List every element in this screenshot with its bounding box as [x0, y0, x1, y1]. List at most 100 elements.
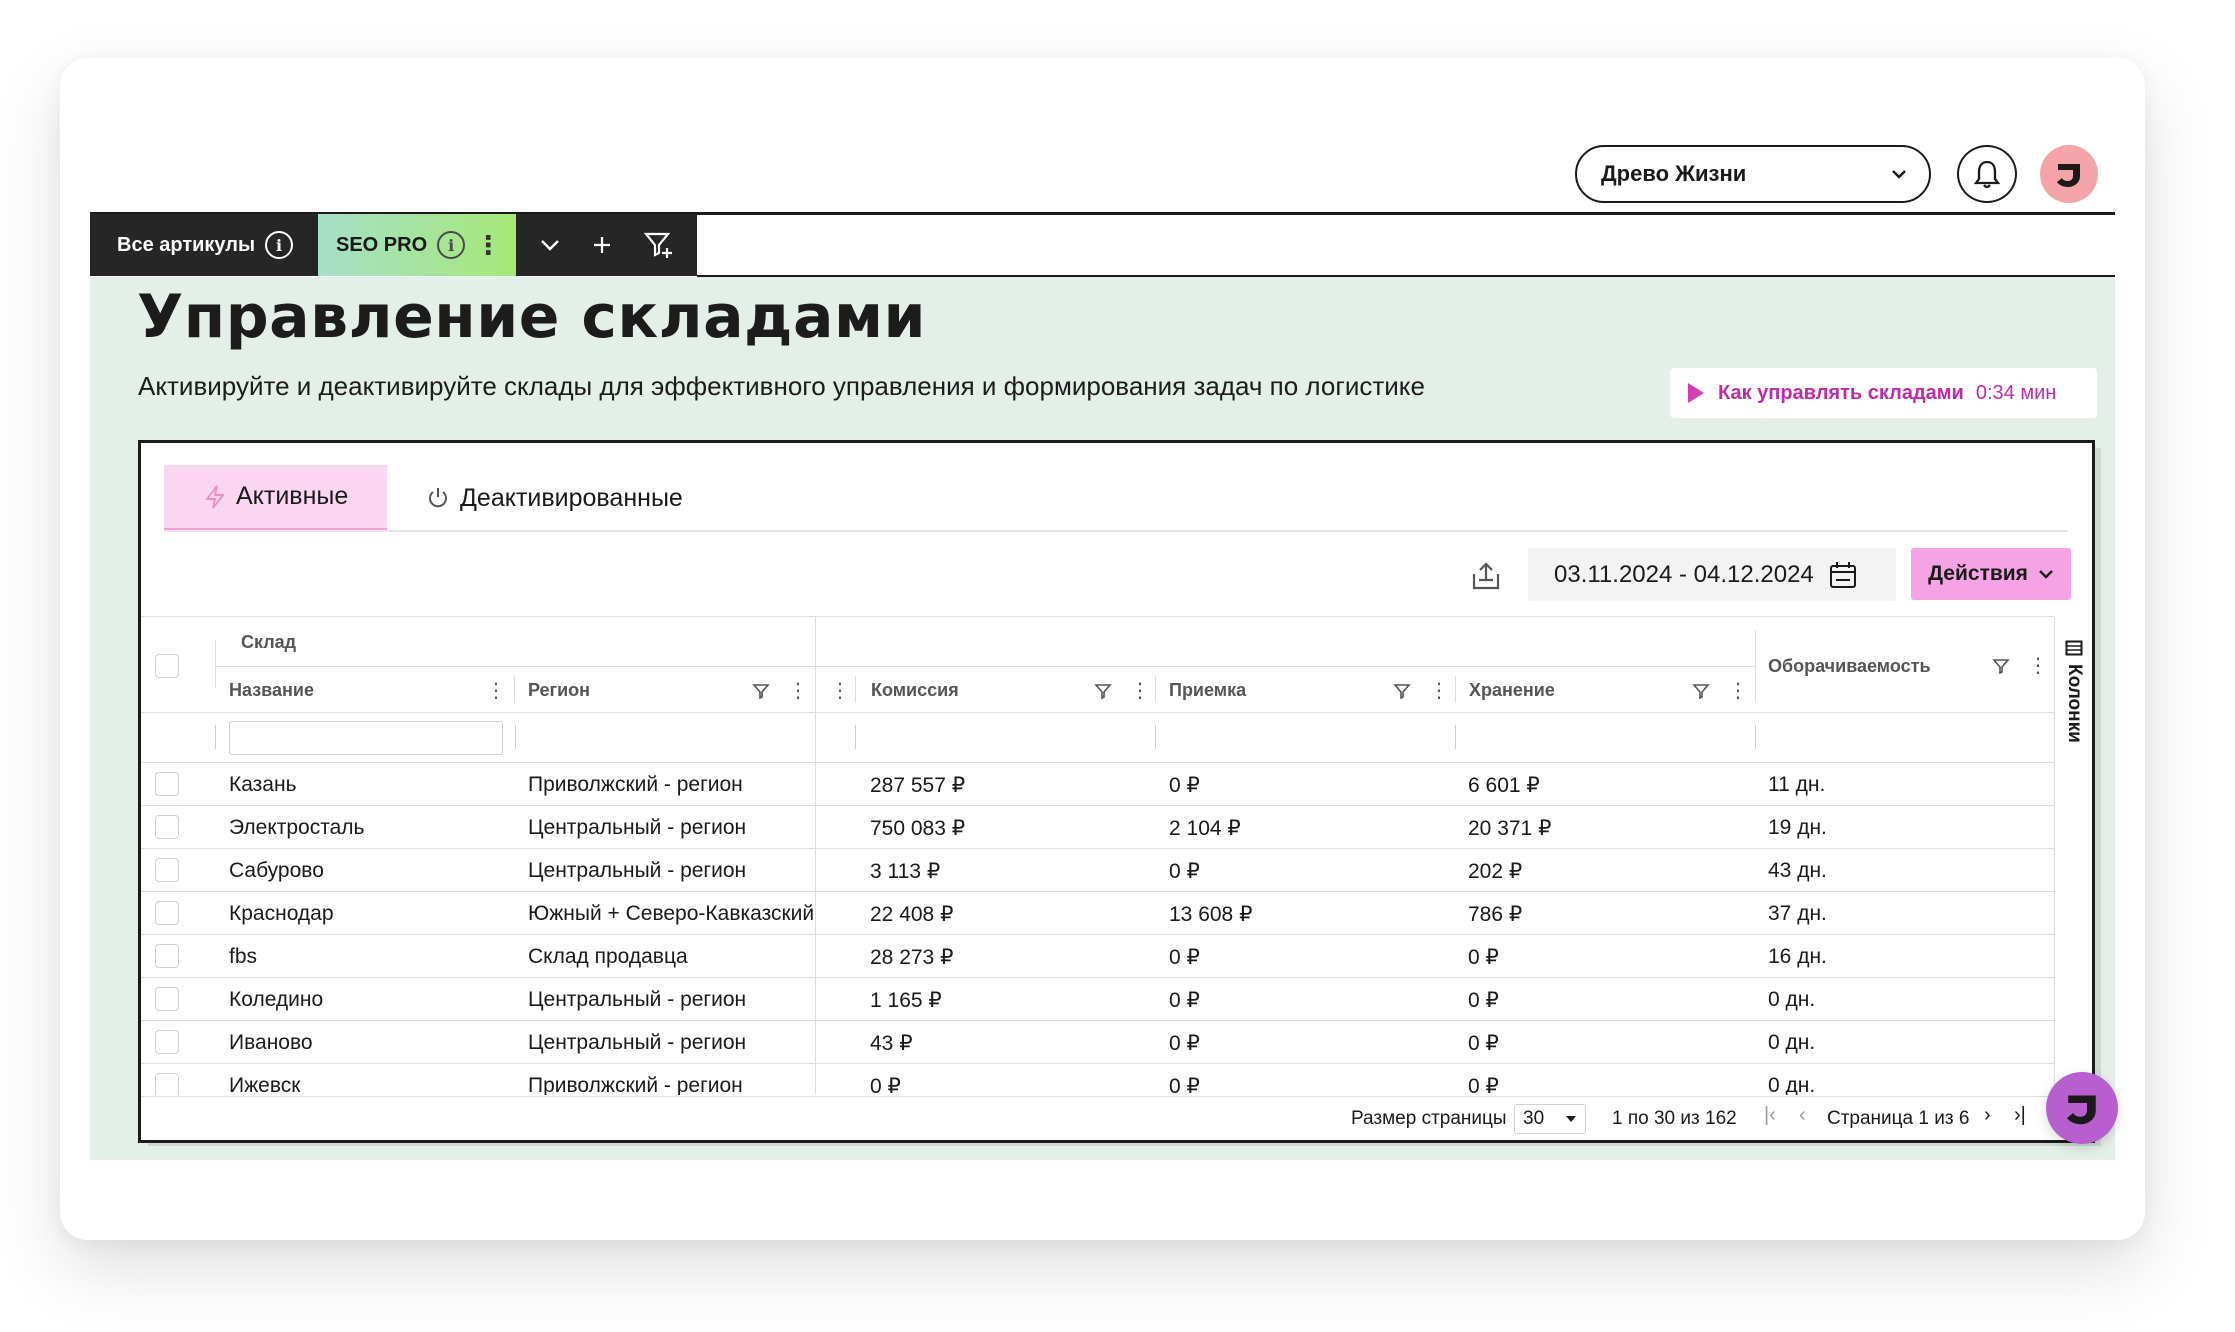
filter-tabstrip: Все артикулы i SEO PRO i ⋮ — [90, 214, 697, 276]
select-all-checkbox[interactable] — [155, 654, 179, 678]
more-vertical-icon[interactable]: ⋮ — [2028, 653, 2048, 678]
filter-icon[interactable] — [1692, 682, 1710, 700]
tab-tools — [516, 214, 697, 276]
table-body: Казань Приволжский - регион 287 557 ₽ 0 … — [141, 762, 2054, 1095]
table-row[interactable]: Иваново Центральный - регион 43 ₽ 0 ₽ 0 … — [141, 1020, 2054, 1063]
cell-storage: 0 ₽ — [1468, 946, 1499, 969]
page-title: Управление складами — [137, 282, 927, 352]
table-row[interactable]: Сабурово Центральный - регион 3 113 ₽ 0 … — [141, 848, 2054, 891]
name-filter-input[interactable] — [229, 721, 503, 755]
cell-commission: 0 ₽ — [870, 1075, 901, 1095]
notifications-button[interactable] — [1957, 145, 2017, 203]
tab-inactive-label: Деактивированные — [460, 483, 683, 512]
cell-commission: 287 557 ₽ — [870, 774, 966, 797]
cell-region: Приволжский - регион — [528, 773, 743, 796]
row-checkbox[interactable] — [155, 1030, 179, 1054]
tab-active-warehouses[interactable]: Активные — [164, 465, 387, 531]
column-header-turnover[interactable]: Оборачиваемость — [1768, 656, 1931, 677]
group-divider — [815, 617, 816, 762]
tab-all-articles[interactable]: Все артикулы i — [90, 214, 318, 276]
group-underline — [815, 666, 1755, 667]
filter-icon[interactable] — [1992, 657, 2010, 675]
prev-page-icon[interactable]: ‹ — [1799, 1104, 1806, 1127]
filter-icon[interactable] — [1393, 682, 1411, 700]
more-vertical-icon[interactable]: ⋮ — [1429, 678, 1449, 703]
cell-storage: 0 ₽ — [1468, 1032, 1499, 1055]
tab-seo-pro[interactable]: SEO PRO i ⋮ — [318, 214, 516, 276]
filter-icon[interactable] — [1094, 682, 1112, 700]
page-indicator: Страница 1 из 6 — [1827, 1108, 1970, 1129]
last-page-icon[interactable]: ›| — [2014, 1104, 2026, 1127]
columns-panel-label[interactable]: Колонки — [2063, 664, 2085, 743]
column-divider — [855, 676, 856, 702]
column-header-acceptance[interactable]: Приемка — [1169, 680, 1246, 701]
more-vertical-icon[interactable]: ⋮ — [1130, 678, 1150, 703]
export-button[interactable] — [1466, 556, 1506, 596]
tab-active-label: Активные — [236, 482, 349, 510]
row-checkbox[interactable] — [155, 858, 179, 882]
group-header-warehouse: Склад — [241, 632, 297, 652]
cell-region: Центральный - регион — [528, 1031, 747, 1054]
column-header-region[interactable]: Регион — [528, 680, 590, 701]
column-acceptance-menu: ⋮ — [1393, 678, 1449, 703]
filter-divider — [215, 725, 216, 749]
plus-icon[interactable] — [591, 234, 613, 256]
table-row[interactable]: fbs Склад продавца 28 273 ₽ 0 ₽ 0 ₽ 16 д… — [141, 934, 2054, 977]
row-checkbox[interactable] — [155, 944, 179, 968]
chevron-down-icon — [1892, 170, 1906, 179]
more-vertical-icon[interactable]: ⋮ — [475, 232, 501, 258]
table-row[interactable]: Электросталь Центральный - регион 750 08… — [141, 805, 2054, 848]
account-select[interactable]: Древо Жизни — [1575, 145, 1931, 203]
info-icon[interactable]: i — [437, 231, 466, 259]
more-vertical-icon[interactable]: ⋮ — [486, 678, 506, 703]
first-page-icon[interactable]: |‹ — [1764, 1104, 1776, 1127]
row-checkbox[interactable] — [155, 772, 179, 796]
column-commission-handle: ⋮ — [830, 678, 850, 703]
row-checkbox[interactable] — [155, 901, 179, 925]
filter-icon[interactable] — [752, 682, 770, 700]
avatar[interactable] — [2040, 145, 2098, 203]
account-name: Древо Жизни — [1601, 161, 1747, 186]
cell-turnover: 37 дн. — [1768, 902, 1827, 925]
cell-storage: 0 ₽ — [1468, 1075, 1499, 1095]
assistant-button[interactable] — [2046, 1072, 2118, 1144]
column-header-commission[interactable]: Комиссия — [871, 680, 959, 701]
date-range-value: 03.11.2024 - 04.12.2024 — [1554, 560, 1814, 588]
howto-title: Как управлять складами — [1718, 381, 1964, 404]
row-checkbox[interactable] — [155, 987, 179, 1011]
table-row[interactable]: Краснодар Южный + Северо-Кавказский 22 4… — [141, 891, 2054, 934]
cell-acceptance: 0 ₽ — [1169, 1032, 1200, 1055]
column-header-storage[interactable]: Хранение — [1469, 680, 1555, 701]
next-page-icon[interactable]: › — [1984, 1104, 1991, 1127]
cell-region: Склад продавца — [528, 945, 688, 968]
columns-icon[interactable] — [2065, 640, 2083, 656]
cell-acceptance: 0 ₽ — [1169, 1075, 1200, 1095]
actions-button[interactable]: Действия — [1911, 548, 2071, 600]
row-checkbox[interactable] — [155, 815, 179, 839]
more-vertical-icon[interactable]: ⋮ — [830, 678, 850, 703]
page-size-select[interactable]: 30 — [1514, 1104, 1586, 1134]
header-divider — [141, 712, 2054, 713]
more-vertical-icon[interactable]: ⋮ — [788, 678, 808, 703]
tab-deactivated-warehouses[interactable]: Деактивированные — [426, 465, 683, 531]
column-header-name[interactable]: Название — [229, 680, 314, 701]
info-icon[interactable]: i — [265, 231, 294, 259]
cell-commission: 22 408 ₽ — [870, 903, 954, 926]
play-icon — [1688, 383, 1704, 403]
howto-video-link[interactable]: Как управлять складами 0:34 мин — [1670, 368, 2097, 418]
chevron-down-icon[interactable] — [539, 238, 561, 252]
table-row[interactable]: Казань Приволжский - регион 287 557 ₽ 0 … — [141, 762, 2054, 805]
filter-divider — [1755, 725, 1756, 749]
bell-icon — [1974, 160, 2000, 189]
table-row[interactable]: Ижевск Приволжский - регион 0 ₽ 0 ₽ 0 ₽ … — [141, 1063, 2054, 1095]
date-range-picker[interactable]: 03.11.2024 - 04.12.2024 — [1528, 548, 1896, 601]
filter-add-icon[interactable] — [643, 231, 674, 259]
cell-acceptance: 0 ₽ — [1169, 946, 1200, 969]
row-checkbox[interactable] — [155, 1073, 179, 1095]
column-divider — [815, 762, 816, 1095]
cell-storage: 0 ₽ — [1468, 989, 1499, 1012]
brand-logo — [2057, 164, 2080, 187]
more-vertical-icon[interactable]: ⋮ — [1728, 678, 1748, 703]
table-row[interactable]: Коледино Центральный - регион 1 165 ₽ 0 … — [141, 977, 2054, 1020]
column-region-menu: ⋮ — [752, 678, 808, 703]
